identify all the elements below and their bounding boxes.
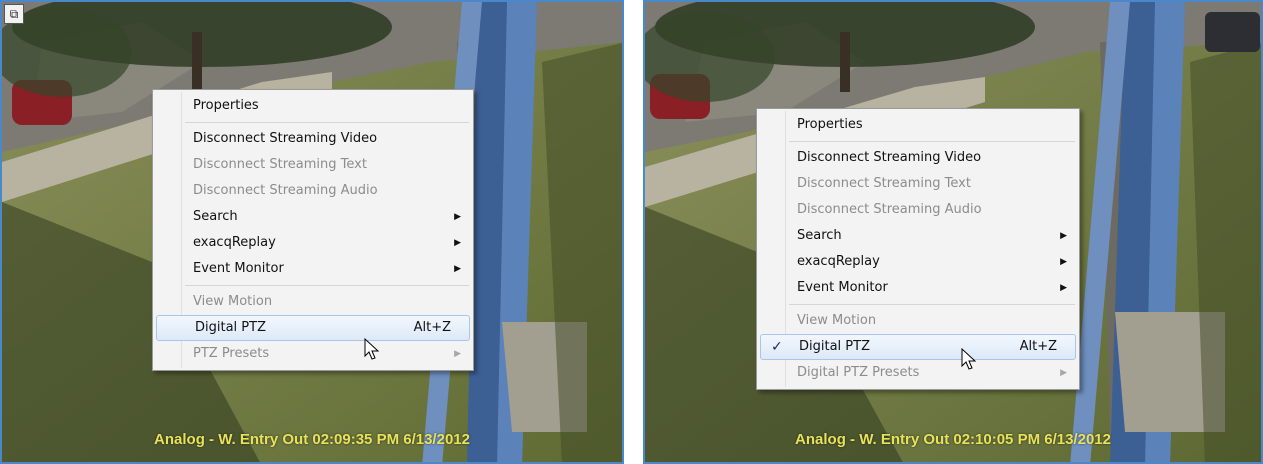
menu-item-search[interactable]: Search ▶	[759, 223, 1077, 249]
menu-item-exacqreplay[interactable]: exacqReplay ▶	[759, 249, 1077, 275]
submenu-arrow-icon: ▶	[1060, 257, 1067, 267]
menu-item-event-monitor[interactable]: Event Monitor ▶	[759, 275, 1077, 301]
camera-overlay-caption: Analog - W. Entry Out 02:10:05 PM 6/13/2…	[795, 431, 1111, 448]
menu-item-label: Search	[797, 228, 842, 243]
menu-item-disconnect-video[interactable]: Disconnect Streaming Video	[155, 126, 471, 152]
menu-item-search[interactable]: Search ▶	[155, 204, 471, 230]
submenu-arrow-icon: ▶	[454, 349, 461, 359]
submenu-arrow-icon: ▶	[454, 212, 461, 222]
camera-view-right[interactable]: Properties Disconnect Streaming Video Di…	[643, 0, 1263, 464]
menu-item-label: exacqReplay	[193, 235, 276, 250]
mouse-pointer-icon	[364, 338, 380, 360]
menu-item-disconnect-video[interactable]: Disconnect Streaming Video	[759, 145, 1077, 171]
menu-item-label: Digital PTZ	[195, 320, 266, 335]
menu-item-label: PTZ Presets	[193, 346, 270, 361]
menu-item-label: Disconnect Streaming Video	[193, 131, 378, 146]
menu-item-disconnect-audio: Disconnect Streaming Audio	[759, 197, 1077, 223]
menu-item-label: View Motion	[193, 294, 273, 309]
menu-separator	[789, 141, 1075, 142]
submenu-arrow-icon: ▶	[454, 238, 461, 248]
menu-item-digital-ptz[interactable]: Digital PTZ Alt+Z	[156, 315, 470, 341]
submenu-arrow-icon: ▶	[1060, 368, 1067, 378]
submenu-arrow-icon: ▶	[1060, 283, 1067, 293]
menu-item-label: Disconnect Streaming Audio	[193, 183, 378, 198]
menu-item-digital-ptz-presets: Digital PTZ Presets ▶	[759, 360, 1077, 386]
menu-item-label: Digital PTZ	[799, 339, 870, 354]
camera-overlay-caption: Analog - W. Entry Out 02:09:35 PM 6/13/2…	[154, 431, 470, 448]
camera-view-left[interactable]: ⧉ Properties Disconnect Streaming Video …	[0, 0, 624, 464]
menu-item-label: Properties	[797, 117, 863, 132]
menu-item-event-monitor[interactable]: Event Monitor ▶	[155, 256, 471, 282]
mouse-pointer-icon	[961, 348, 977, 370]
menu-item-label: exacqReplay	[797, 254, 880, 269]
menu-item-digital-ptz[interactable]: ✓ Digital PTZ Alt+Z	[760, 334, 1076, 360]
menu-item-shortcut: Alt+Z	[413, 320, 451, 335]
menu-item-view-motion: View Motion	[155, 289, 471, 315]
menu-item-shortcut: Alt+Z	[1019, 339, 1057, 354]
menu-item-label: Properties	[193, 98, 259, 113]
menu-separator	[789, 304, 1075, 305]
menu-item-disconnect-text: Disconnect Streaming Text	[759, 171, 1077, 197]
menu-item-label: Digital PTZ Presets	[797, 365, 920, 380]
menu-item-properties[interactable]: Properties	[759, 112, 1077, 138]
window-restore-icon[interactable]: ⧉	[4, 4, 24, 24]
submenu-arrow-icon: ▶	[454, 264, 461, 274]
checkmark-icon: ✓	[771, 339, 783, 355]
context-menu: Properties Disconnect Streaming Video Di…	[756, 108, 1080, 390]
context-menu: Properties Disconnect Streaming Video Di…	[152, 89, 474, 371]
menu-item-properties[interactable]: Properties	[155, 93, 471, 119]
menu-separator	[185, 122, 469, 123]
menu-item-label: Disconnect Streaming Text	[193, 157, 367, 172]
submenu-arrow-icon: ▶	[1060, 231, 1067, 241]
menu-item-disconnect-text: Disconnect Streaming Text	[155, 152, 471, 178]
menu-item-disconnect-audio: Disconnect Streaming Audio	[155, 178, 471, 204]
menu-item-view-motion: View Motion	[759, 308, 1077, 334]
menu-item-label: Event Monitor	[193, 261, 284, 276]
menu-item-label: Disconnect Streaming Audio	[797, 202, 982, 217]
menu-item-ptz-presets: PTZ Presets ▶	[155, 341, 471, 367]
menu-item-label: Disconnect Streaming Text	[797, 176, 971, 191]
menu-item-label: View Motion	[797, 313, 877, 328]
menu-item-exacqreplay[interactable]: exacqReplay ▶	[155, 230, 471, 256]
menu-item-label: Event Monitor	[797, 280, 888, 295]
menu-separator	[185, 285, 469, 286]
menu-item-label: Disconnect Streaming Video	[797, 150, 982, 165]
menu-item-label: Search	[193, 209, 238, 224]
